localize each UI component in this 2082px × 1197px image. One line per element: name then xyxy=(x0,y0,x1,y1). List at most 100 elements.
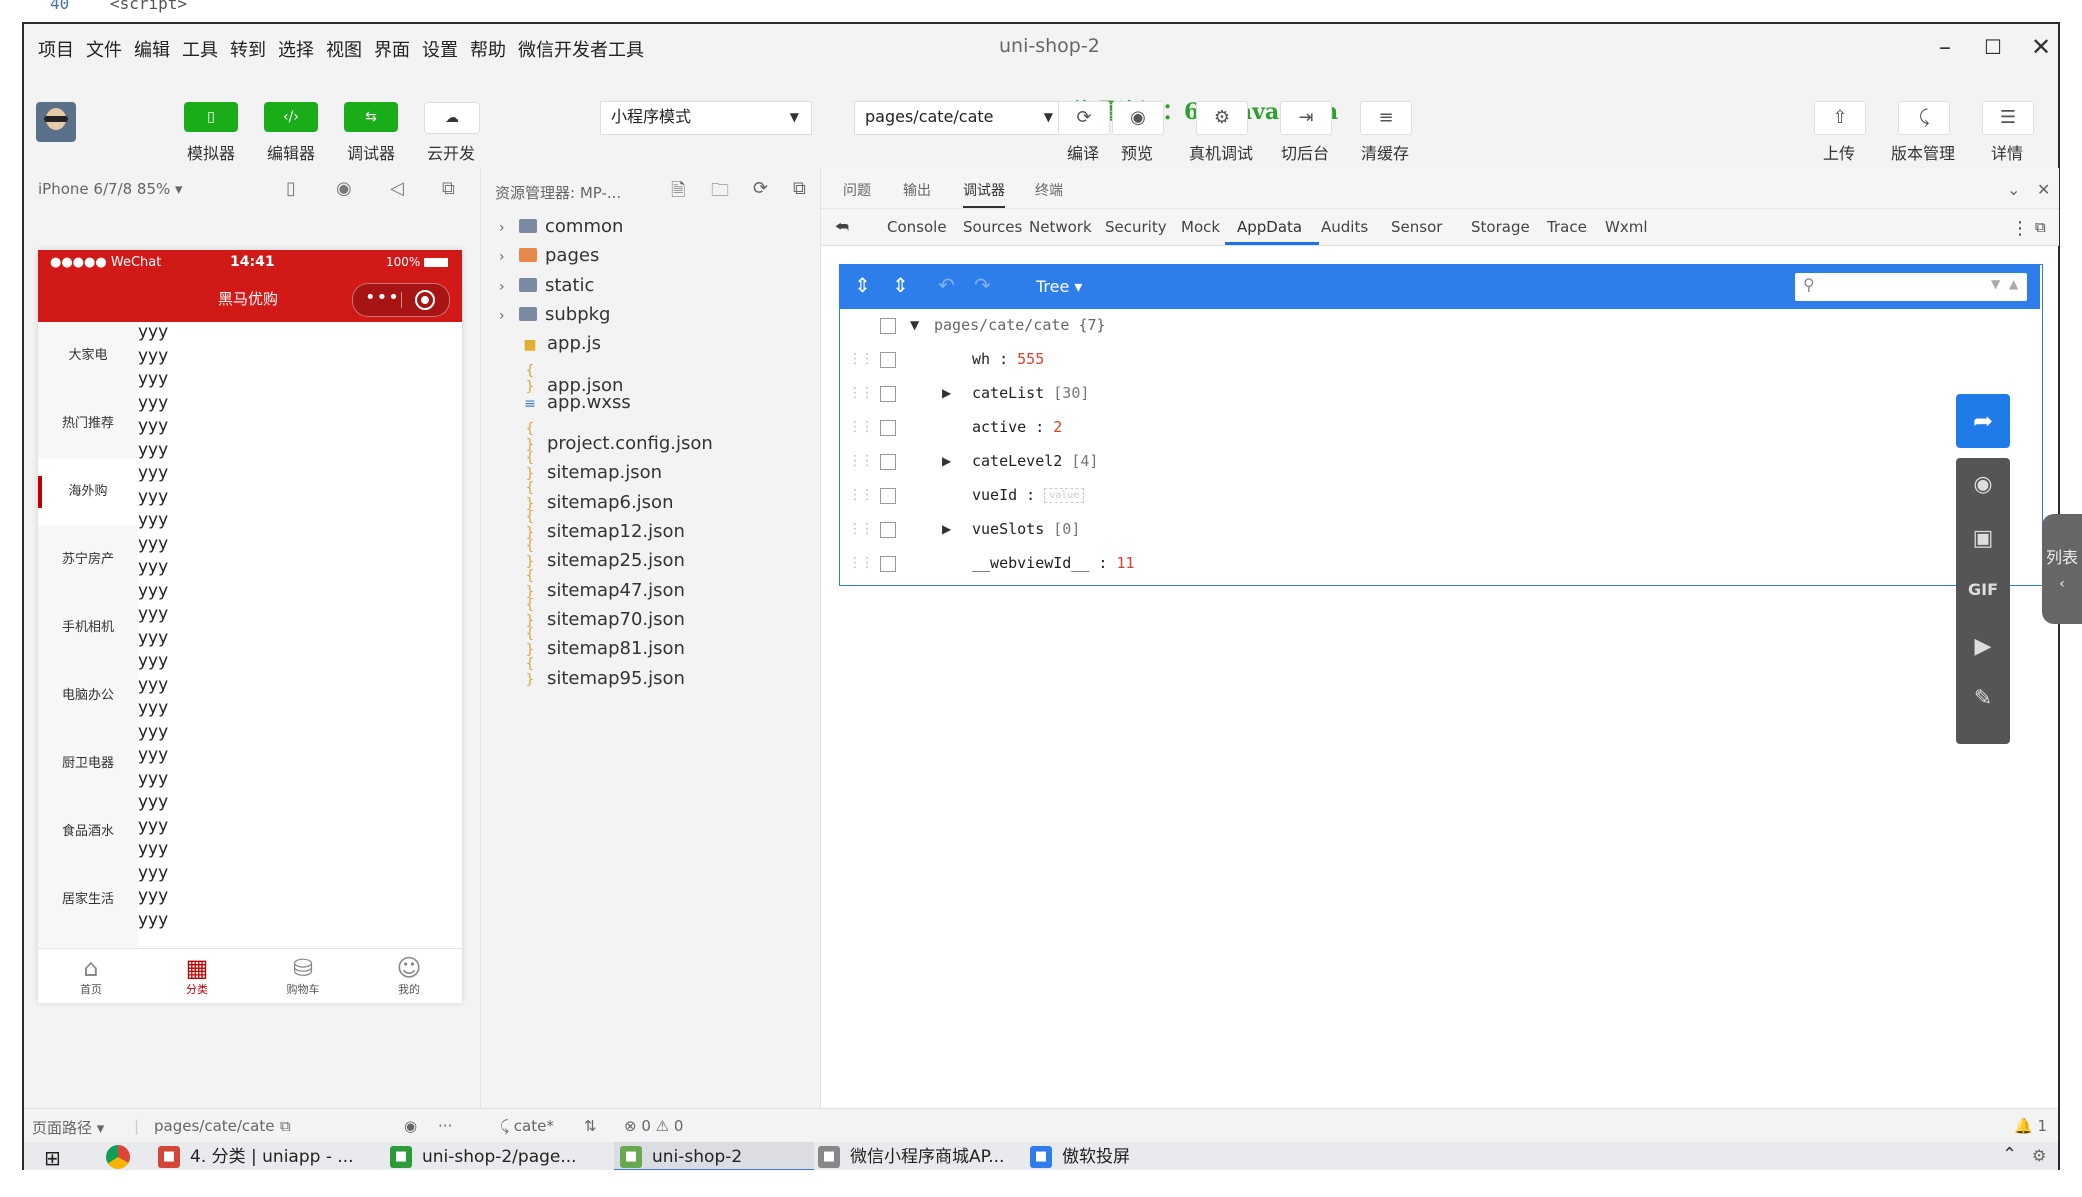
field-value[interactable]: [4] xyxy=(1071,452,1098,470)
taskbar-app[interactable]: ■ uni-shop-2 xyxy=(614,1142,814,1172)
menu-settings[interactable]: 设置 xyxy=(422,36,458,62)
redo-icon[interactable]: ↷ xyxy=(974,273,991,297)
phone-icon[interactable]: ▯ xyxy=(286,178,296,199)
tray-icon[interactable]: ⚙ xyxy=(2032,1146,2046,1165)
drag-handle-icon[interactable]: ⋮⋮ xyxy=(848,555,874,571)
tree-field-row[interactable]: ⋮⋮ vueId : value xyxy=(840,479,2040,513)
tree-field-row[interactable]: ⋮⋮ ▶ cateLevel2 [4] xyxy=(840,445,2040,479)
file-item[interactable]: { } sitemap6.json xyxy=(499,480,674,513)
field-value[interactable]: 2 xyxy=(1053,418,1062,436)
row-checkbox[interactable] xyxy=(880,454,896,470)
tree-field-row[interactable]: ⋮⋮ active : 2 xyxy=(840,411,2040,445)
tab-audits[interactable]: Audits xyxy=(1321,218,1368,236)
refresh-icon[interactable]: ⟳ xyxy=(753,178,768,199)
tree-field-row[interactable]: ⋮⋮ ▶ cateList [30] xyxy=(840,377,2040,411)
file-item[interactable]: ■ app.js xyxy=(499,333,601,361)
more-icon[interactable]: ··· xyxy=(438,1117,452,1135)
tab-sources[interactable]: Sources xyxy=(963,218,1022,236)
expanded-triangle-icon[interactable]: ▼ xyxy=(910,318,919,332)
background-button[interactable]: ⇥ xyxy=(1280,101,1332,135)
drag-handle-icon[interactable]: ⋮⋮ xyxy=(848,385,874,401)
real-debug-button[interactable]: ⚙ xyxy=(1196,101,1248,135)
camera-icon[interactable]: ◉ xyxy=(1956,472,2010,497)
drag-handle-icon[interactable]: ⋮⋮ xyxy=(848,419,874,435)
preview-button[interactable]: ◉ xyxy=(1112,101,1164,135)
file-item[interactable]: { } sitemap.json xyxy=(499,450,663,483)
tree-field-row[interactable]: ⋮⋮ ▶ vueSlots [0] xyxy=(840,513,2040,547)
inspect-icon[interactable]: ⮪ xyxy=(835,218,849,236)
tab-console[interactable]: Console xyxy=(887,218,947,236)
close-miniprogram-icon[interactable] xyxy=(415,290,435,310)
menu-interface[interactable]: 界面 xyxy=(374,36,410,62)
sync-icon[interactable]: ⇅ xyxy=(584,1117,597,1135)
folder-item[interactable]: › static xyxy=(499,275,594,303)
row-checkbox[interactable] xyxy=(880,522,896,538)
folder-item[interactable]: › pages xyxy=(499,245,599,273)
gif-icon[interactable]: GIF xyxy=(1956,580,2010,599)
list-drawer[interactable]: 列表 ‹ xyxy=(2042,514,2082,624)
mode-select[interactable]: 小程序模式 ▼ xyxy=(600,101,812,135)
category-item[interactable]: 海外购 xyxy=(38,458,138,526)
video-icon[interactable]: ▶ xyxy=(1956,634,2010,659)
collapsed-triangle-icon[interactable]: ▶ xyxy=(942,522,951,536)
category-item[interactable]: 食品酒水 xyxy=(38,798,138,866)
category-item[interactable]: 居家生活 xyxy=(38,866,138,934)
new-file-icon[interactable]: 🗎 xyxy=(671,178,685,208)
popout-icon[interactable]: ⧉ xyxy=(442,178,455,199)
category-item[interactable]: 手机相机 xyxy=(38,594,138,662)
category-item[interactable]: 厨卫电器 xyxy=(38,730,138,798)
tab-trace[interactable]: Trace xyxy=(1547,218,1587,236)
clear-cache-button[interactable]: ≡ xyxy=(1360,101,1412,135)
eye-icon[interactable]: ◉ xyxy=(404,1117,417,1135)
menu-goto[interactable]: 转到 xyxy=(230,36,266,62)
taskbar-app[interactable]: ■ 4. 分类 | uniapp - ... xyxy=(152,1142,364,1172)
menu-project[interactable]: 项目 xyxy=(38,36,74,62)
row-checkbox[interactable] xyxy=(880,386,896,402)
appdata-search-input[interactable]: ⚲ ▼ ▲ xyxy=(1795,273,2027,301)
tab-category[interactable]: ▦ 分类 xyxy=(144,949,250,1003)
menu-wechat-devtools[interactable]: 微信开发者工具 xyxy=(518,36,644,62)
page-select[interactable]: pages/cate/cate ▼ xyxy=(854,101,1066,135)
minimize-icon[interactable]: – xyxy=(1930,32,1960,62)
tree-field-row[interactable]: ⋮⋮ wh : 555 xyxy=(840,343,2040,377)
undo-icon[interactable]: ↶ xyxy=(938,273,955,297)
collapse-all-icon[interactable]: ⇕ xyxy=(892,273,909,297)
menu-help[interactable]: 帮助 xyxy=(470,36,506,62)
file-item[interactable]: { } sitemap70.json xyxy=(499,597,685,630)
share-button[interactable]: ➦ xyxy=(1956,394,2010,448)
category-item[interactable]: 大家电 xyxy=(38,322,138,390)
category-item[interactable]: 热门推荐 xyxy=(38,390,138,458)
maximize-icon[interactable]: ☐ xyxy=(1978,32,2008,62)
tab-appdata[interactable]: AppData xyxy=(1237,218,1302,236)
file-item[interactable]: { } sitemap25.json xyxy=(499,538,685,571)
problems-status[interactable]: ⊗ 0 ⚠ 0 xyxy=(624,1117,683,1135)
tab-cart[interactable]: ⛁ 购物车 xyxy=(250,949,356,1003)
upload-button[interactable]: ⇧ xyxy=(1814,101,1866,135)
drag-handle-icon[interactable]: ⋮⋮ xyxy=(848,351,874,367)
file-item[interactable]: { } project.config.json xyxy=(499,421,713,454)
row-checkbox[interactable] xyxy=(880,420,896,436)
details-button[interactable]: ☰ xyxy=(1982,101,2034,135)
tab-output[interactable]: 输出 xyxy=(903,180,931,200)
expand-all-icon[interactable]: ⇕ xyxy=(854,273,871,297)
dock-icon[interactable]: ⧉ xyxy=(2035,218,2046,236)
row-checkbox[interactable] xyxy=(880,318,896,334)
windows-start-icon[interactable]: ⊞ xyxy=(44,1146,61,1170)
field-value[interactable]: value xyxy=(1044,488,1085,503)
field-value[interactable]: [0] xyxy=(1053,520,1080,538)
field-value[interactable]: 11 xyxy=(1117,554,1135,572)
editor-button[interactable]: ‹/› xyxy=(264,102,318,132)
avatar[interactable] xyxy=(36,102,76,142)
collapsed-triangle-icon[interactable]: ▶ xyxy=(942,454,951,468)
tab-wxml[interactable]: Wxml xyxy=(1605,218,1648,236)
tab-sensor[interactable]: Sensor xyxy=(1391,218,1442,236)
file-item[interactable]: { } sitemap47.json xyxy=(499,568,685,601)
drag-handle-icon[interactable]: ⋮⋮ xyxy=(848,453,874,469)
tab-terminal[interactable]: 终端 xyxy=(1035,180,1063,200)
field-value[interactable]: [30] xyxy=(1053,384,1089,402)
record-icon[interactable]: ◉ xyxy=(336,178,352,199)
category-item[interactable]: 苏宁房产 xyxy=(38,526,138,594)
search-prev-icon[interactable]: ▼ xyxy=(1991,277,2000,291)
tab-network[interactable]: Network xyxy=(1029,218,1092,236)
row-checkbox[interactable] xyxy=(880,556,896,572)
